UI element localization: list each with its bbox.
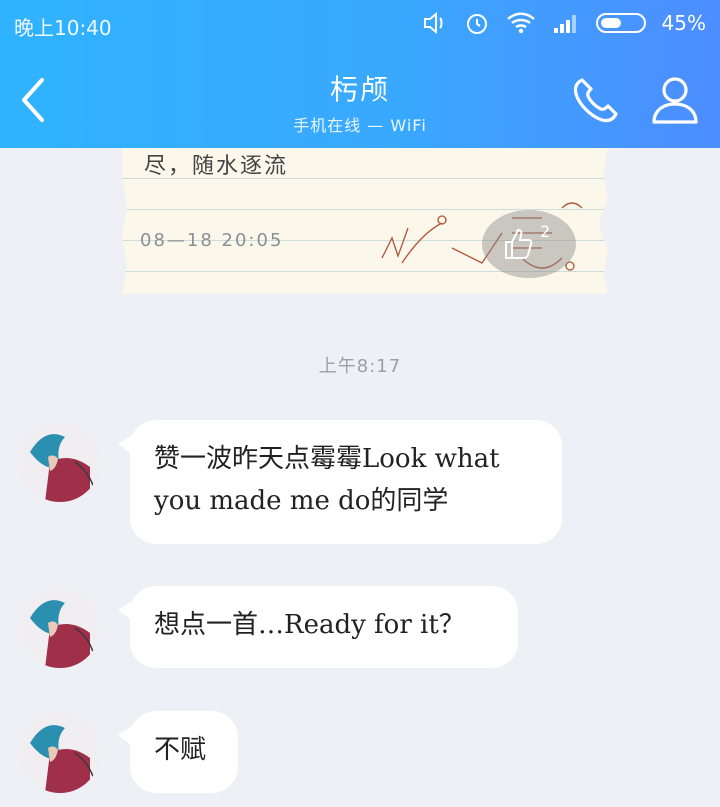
- shared-image-message[interactable]: 尽，随水逐流 08—18 20:05 2: [122, 148, 608, 294]
- image-date: 08—18 20:05: [140, 230, 284, 251]
- sender-avatar[interactable]: [20, 422, 100, 502]
- phone-call-button[interactable]: [568, 74, 622, 128]
- signal-icon: [553, 15, 576, 33]
- status-icons: 45%: [422, 10, 706, 36]
- message-bubble[interactable]: 赞一波昨天点霉霉Look what you made me do的同学: [118, 420, 562, 544]
- status-bar: 晚上10:40 45%: [14, 10, 706, 40]
- wifi-icon: [506, 12, 535, 34]
- volume-icon: [423, 11, 443, 35]
- chat-header: 晚上10:40 45% 杇颅 手机在线 — WiFi: [0, 0, 720, 148]
- profile-button[interactable]: [650, 72, 700, 128]
- sender-avatar[interactable]: [20, 588, 100, 668]
- battery-icon: [595, 13, 646, 33]
- message-timestamp: 上午8:17: [318, 356, 402, 377]
- message-text: 不赋: [154, 735, 207, 765]
- avatar-illustration: [20, 713, 100, 793]
- avatar-illustration: [20, 422, 100, 502]
- battery-level: 45%: [661, 11, 706, 35]
- message-text: 想点一首…Ready for it？: [154, 610, 465, 640]
- avatar-illustration: [20, 588, 100, 668]
- message-text: 赞一波昨天点霉霉Look what you made me do的同学: [154, 444, 500, 516]
- message-bubble[interactable]: 想点一首…Ready for it？: [118, 586, 518, 668]
- alarm-icon: [466, 14, 487, 34]
- message-bubble[interactable]: 不赋: [118, 711, 238, 793]
- thumbs-up-icon: [505, 228, 533, 259]
- like-badge[interactable]: [482, 210, 576, 278]
- like-count: 2: [540, 222, 551, 241]
- sender-avatar[interactable]: [20, 713, 100, 793]
- status-time: 晚上10:40: [14, 16, 112, 40]
- image-caption: 尽，随水逐流: [144, 154, 289, 179]
